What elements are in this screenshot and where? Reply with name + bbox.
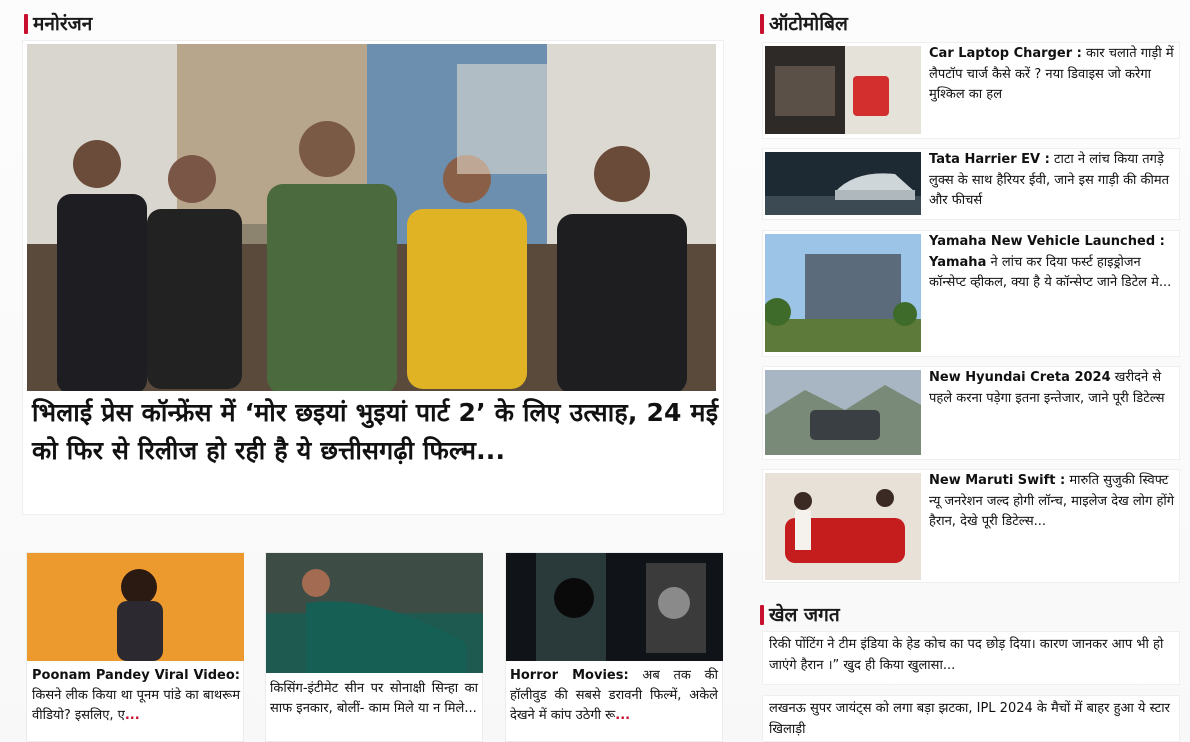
news-card-3-title[interactable]: Horror Movies: अब तक की हॉलीवुड की सबसे … <box>510 666 718 726</box>
section-title-khel: खेल जगत <box>760 603 840 627</box>
sport-item-2-title[interactable]: लखनऊ सुपर जायंट्स को लगा बड़ा झटका, IPL … <box>769 701 1170 737</box>
auto-thumb-3[interactable] <box>765 234 921 352</box>
news-card-1-title[interactable]: Poonam Pandey Viral Video: किसने लीक किय… <box>32 666 240 726</box>
auto-item-1[interactable]: Car Laptop Charger : कार चलाते गाड़ी में… <box>762 42 1180 139</box>
hero-image[interactable] <box>27 44 716 391</box>
section-title-manoranjan: मनोरंजन <box>24 12 92 36</box>
auto-thumb-2[interactable] <box>765 152 921 215</box>
auto-item-3-title[interactable]: Yamaha New Vehicle Launched : Yamaha ने … <box>929 232 1177 294</box>
hero-headline[interactable]: भिलाई प्रेस कॉन्फ्रेंस में ‘मोर छइयां भु… <box>32 394 722 470</box>
card-3-image[interactable] <box>506 553 723 661</box>
news-card-2-title[interactable]: किसिंग-इंटीमेट सीन पर सोनाक्षी सिन्हा का… <box>270 679 478 719</box>
auto-item-5-title[interactable]: New Maruti Swift : मारुति सुजुकी स्विफ्ट… <box>929 471 1177 533</box>
section-title-automobile: ऑटोमोबिल <box>760 12 848 36</box>
auto-thumb-5[interactable] <box>765 473 921 580</box>
auto-item-4-title[interactable]: New Hyundai Creta 2024 खरीदने से पहले कर… <box>929 368 1177 409</box>
auto-item-2-title[interactable]: Tata Harrier EV : टाटा ने लांच किया तगड़… <box>929 150 1177 212</box>
auto-item-1-title[interactable]: Car Laptop Charger : कार चलाते गाड़ी में… <box>929 44 1177 106</box>
card-2-image[interactable] <box>266 553 483 673</box>
card-1-image[interactable] <box>27 553 244 661</box>
auto-item-3[interactable]: Yamaha New Vehicle Launched : Yamaha ने … <box>762 230 1180 357</box>
auto-item-2[interactable]: Tata Harrier EV : टाटा ने लांच किया तगड़… <box>762 148 1180 220</box>
auto-thumb-4[interactable] <box>765 370 921 455</box>
auto-item-5[interactable]: New Maruti Swift : मारुति सुजुकी स्विफ्ट… <box>762 469 1180 583</box>
sport-item-1[interactable]: रिकी पोंटिंग ने टीम इंडिया के हेड कोच का… <box>762 631 1180 685</box>
sport-item-1-title[interactable]: रिकी पोंटिंग ने टीम इंडिया के हेड कोच का… <box>769 637 1163 673</box>
auto-thumb-1[interactable] <box>765 46 921 134</box>
sport-item-2[interactable]: लखनऊ सुपर जायंट्स को लगा बड़ा झटका, IPL … <box>762 695 1180 742</box>
auto-item-4[interactable]: New Hyundai Creta 2024 खरीदने से पहले कर… <box>762 366 1180 460</box>
